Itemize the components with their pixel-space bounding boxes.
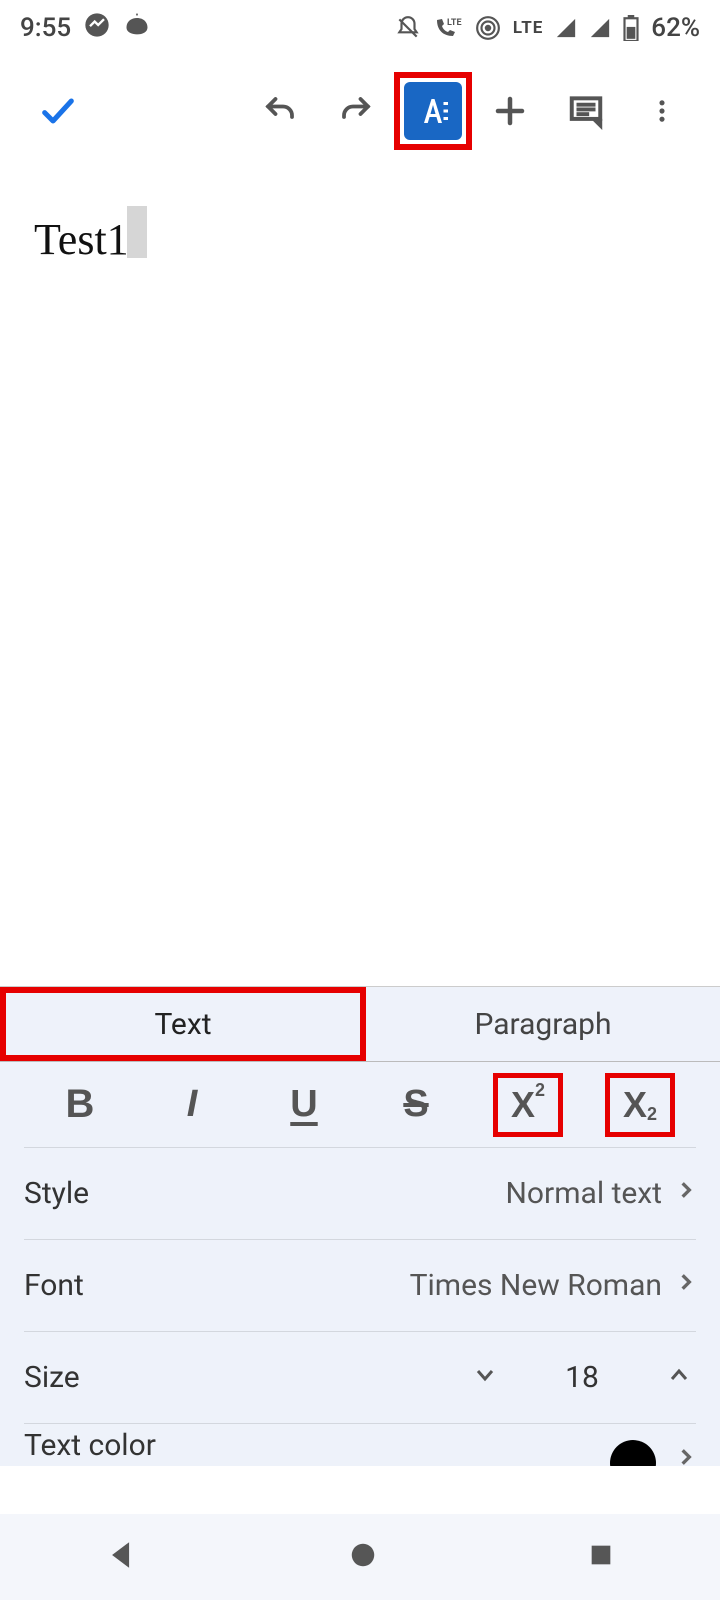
- messenger-icon: [83, 11, 111, 46]
- app-icon: [123, 11, 151, 46]
- highlight-tab-text: Text: [0, 987, 366, 1061]
- font-row[interactable]: Font Times New Roman: [24, 1240, 696, 1332]
- style-value: Normal text: [506, 1176, 662, 1211]
- signal-icon-2: [589, 17, 611, 39]
- sup-x: X: [511, 1084, 535, 1126]
- battery-icon: [623, 15, 639, 41]
- chevron-right-icon: [676, 1268, 696, 1304]
- battery-percent: 62%: [651, 13, 700, 43]
- android-nav-bar: [0, 1514, 720, 1600]
- strikethrough-button[interactable]: S: [381, 1073, 451, 1137]
- sup-2: 2: [535, 1080, 545, 1101]
- chevron-right-icon: [676, 1443, 696, 1466]
- redo-button[interactable]: [324, 79, 388, 143]
- back-button[interactable]: [105, 1538, 139, 1576]
- status-bar: 9:55 LTE LTE 62%: [0, 0, 720, 56]
- tab-paragraph[interactable]: Paragraph: [366, 987, 720, 1061]
- format-tabs: Text Paragraph: [0, 986, 720, 1062]
- font-label: Font: [24, 1268, 84, 1303]
- bold-button[interactable]: B: [45, 1073, 115, 1137]
- status-time: 9:55: [20, 13, 71, 43]
- highlight-format-button: [394, 72, 472, 150]
- style-label: Style: [24, 1176, 89, 1211]
- size-row: Size 18: [24, 1332, 696, 1424]
- tab-text[interactable]: Text: [6, 993, 360, 1055]
- hotspot-icon: [475, 15, 501, 41]
- size-decrease-button[interactable]: [468, 1360, 502, 1395]
- format-panel: B I U S X2 X2 Style Normal text Font Tim…: [0, 1062, 720, 1466]
- dnd-icon: [395, 15, 421, 41]
- undo-button[interactable]: [248, 79, 312, 143]
- wifi-calling-icon: LTE: [433, 15, 463, 41]
- italic-button[interactable]: I: [157, 1073, 227, 1137]
- recents-button[interactable]: [587, 1541, 615, 1573]
- text-color-label: Text color: [24, 1428, 156, 1463]
- text-color-swatch: [610, 1440, 656, 1466]
- document-canvas[interactable]: Test1: [0, 166, 720, 986]
- chevron-right-icon: [676, 1176, 696, 1212]
- size-increase-button[interactable]: [662, 1360, 696, 1395]
- home-button[interactable]: [348, 1540, 378, 1574]
- superscript-button[interactable]: X2: [493, 1073, 563, 1137]
- subscript-button[interactable]: X2: [605, 1073, 675, 1137]
- size-value: 18: [562, 1360, 602, 1395]
- editor-toolbar: [0, 56, 720, 166]
- more-button[interactable]: [630, 79, 694, 143]
- text-cursor: [127, 206, 147, 258]
- text-style-row: B I U S X2 X2: [24, 1062, 696, 1148]
- size-label: Size: [24, 1360, 80, 1395]
- insert-button[interactable]: [478, 79, 542, 143]
- done-button[interactable]: [26, 79, 90, 143]
- style-row[interactable]: Style Normal text: [24, 1148, 696, 1240]
- document-text: Test1: [34, 215, 129, 264]
- svg-text:LTE: LTE: [447, 18, 462, 28]
- signal-icon-1: [555, 17, 577, 39]
- network-lte: LTE: [513, 18, 543, 38]
- comment-button[interactable]: [554, 79, 618, 143]
- text-color-row[interactable]: Text color: [24, 1424, 696, 1466]
- text-format-button[interactable]: [404, 82, 462, 140]
- sub-x: X: [623, 1084, 647, 1126]
- sub-2: 2: [647, 1104, 657, 1125]
- font-value: Times New Roman: [410, 1268, 662, 1303]
- underline-button[interactable]: U: [269, 1073, 339, 1137]
